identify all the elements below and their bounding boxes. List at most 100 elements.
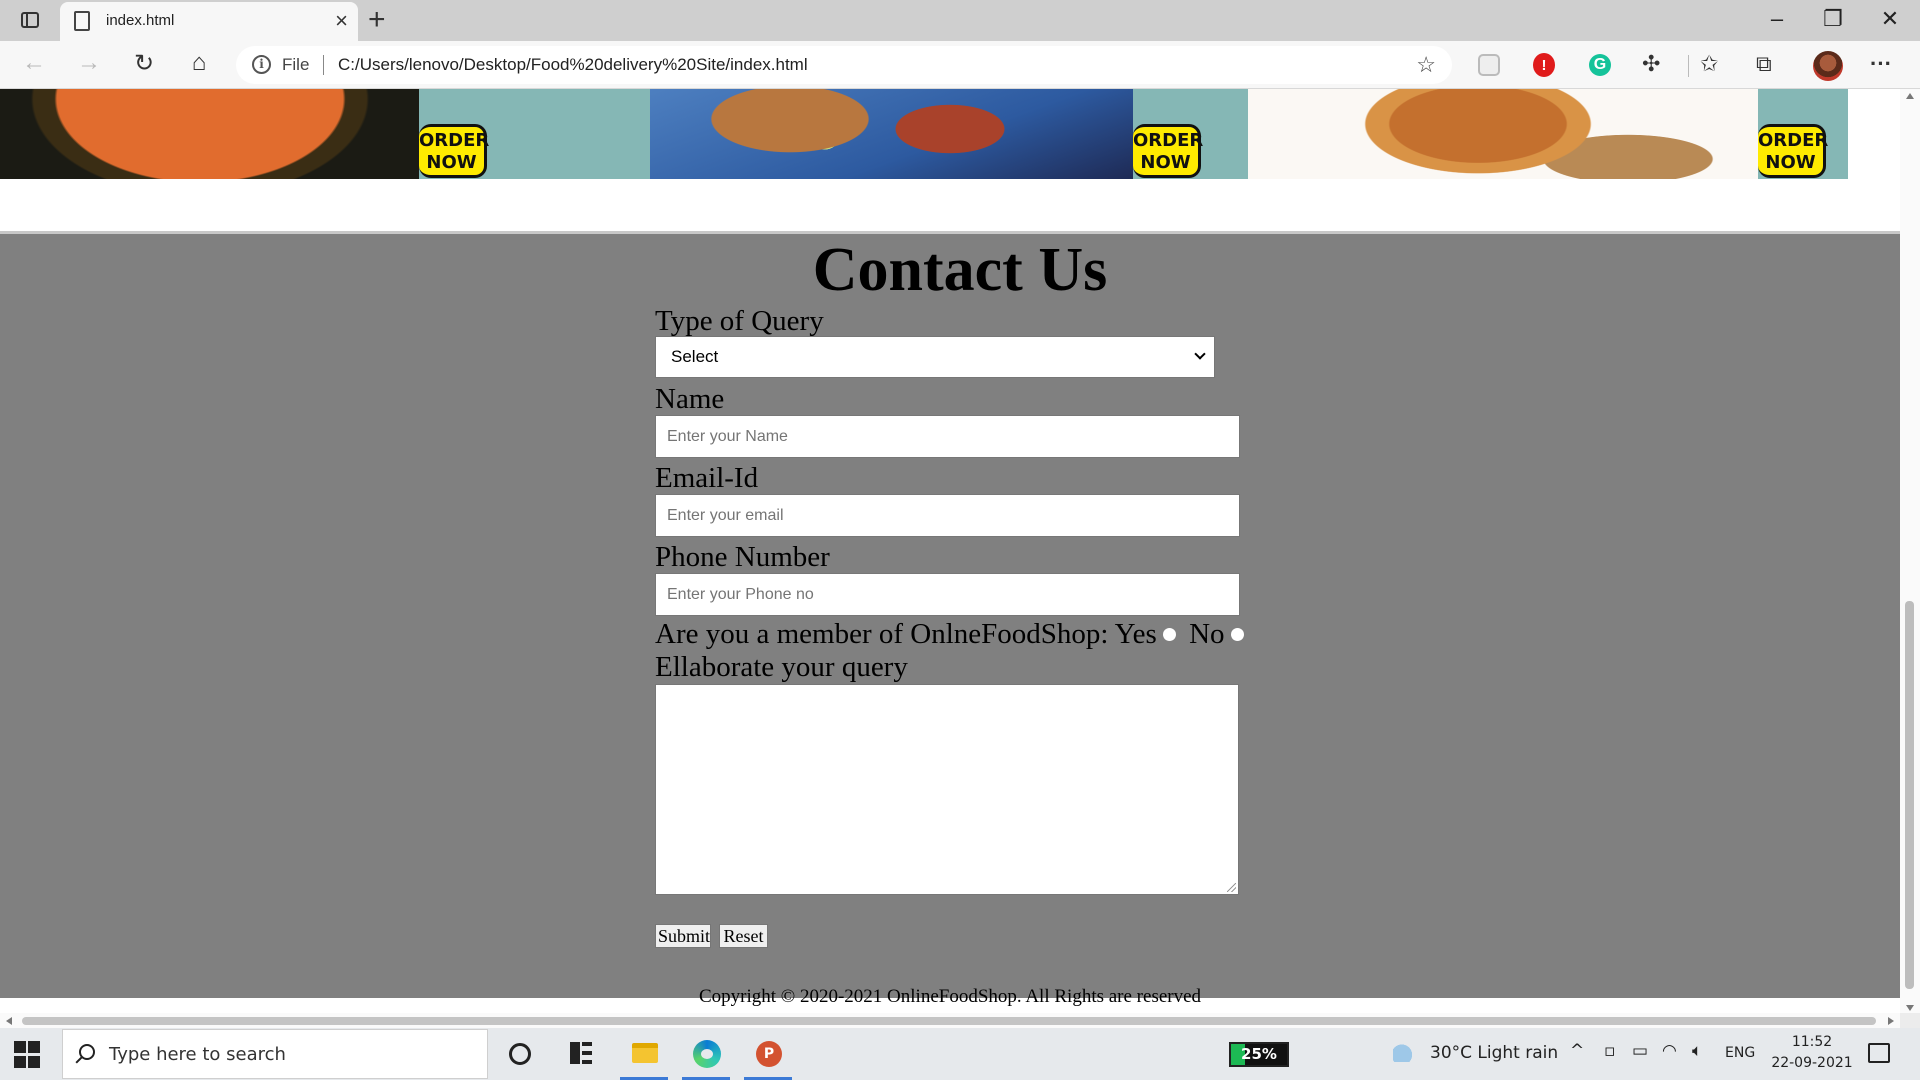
scroll-left-icon[interactable] [6, 1017, 12, 1025]
address-bar[interactable]: i File C:/Users/lenovo/Desktop/Food%20de… [236, 46, 1452, 84]
phone-label: Phone Number [655, 541, 830, 573]
volume-icon[interactable]: 🔈︎ [1692, 1041, 1702, 1061]
battery-meter-widget[interactable]: 25% [1229, 1042, 1289, 1067]
vertical-scrollbar[interactable] [1900, 89, 1920, 1013]
membership-yes-radio[interactable] [1162, 627, 1176, 641]
order-now-button[interactable]: ORDER NOW [1133, 124, 1204, 178]
taskbar-search-box[interactable]: Type here to search [62, 1029, 488, 1079]
query-type-selected-value: Select [671, 347, 719, 366]
copyright-text: Copyright © 2020-2021 OnlineFoodShop. Al… [698, 986, 1202, 1007]
order-now-line1: ORDER [419, 130, 490, 151]
edge-browser-icon[interactable] [680, 1028, 732, 1080]
task-view-icon[interactable] [570, 1042, 592, 1064]
membership-question: Are you a member of OnlneFoodShop: [655, 618, 1109, 650]
battery-icon[interactable]: ▭ [1632, 1041, 1648, 1061]
name-label: Name [655, 383, 725, 415]
meet-now-icon[interactable]: ▫ [1604, 1041, 1616, 1061]
scroll-up-icon[interactable] [1906, 93, 1914, 99]
resize-grip-icon[interactable] [1227, 883, 1236, 892]
membership-no-radio[interactable] [1230, 627, 1244, 641]
forward-icon[interactable]: → [71, 49, 107, 77]
favorites-icon[interactable]: ✩ [1700, 51, 1726, 77]
order-now-line2: NOW [1765, 152, 1816, 173]
page-title: Contact Us [812, 236, 1108, 304]
email-label: Email-Id [655, 462, 759, 494]
cortana-icon[interactable] [509, 1043, 531, 1065]
page-icon [74, 11, 90, 31]
query-detail-label: Ellaborate your query [655, 651, 908, 683]
new-tab-button[interactable]: + [368, 2, 386, 38]
phone-input[interactable] [656, 574, 1239, 615]
refresh-icon[interactable]: ↻ [126, 49, 162, 78]
close-tab-icon[interactable]: × [335, 8, 348, 34]
order-now-line1: ORDER [1758, 130, 1829, 151]
minimize-icon[interactable]: – [1757, 6, 1797, 32]
adblock-extension-icon[interactable]: ! [1533, 53, 1555, 77]
order-now-button[interactable]: ORDER NOW [1758, 124, 1829, 178]
food-banner: ORDER NOW ORDER NOW ORDER NOW [0, 89, 1900, 179]
query-detail-textarea[interactable] [655, 684, 1239, 895]
toolbar-separator [1688, 55, 1689, 77]
tab-actions-icon[interactable] [14, 8, 46, 32]
email-input[interactable] [656, 495, 1239, 536]
order-panel: ORDER NOW [1133, 89, 1248, 179]
grammarly-extension-icon[interactable]: G [1589, 54, 1611, 76]
chevron-down-icon [1194, 348, 1206, 360]
back-icon[interactable]: ← [16, 49, 52, 77]
file-explorer-icon[interactable] [618, 1028, 670, 1080]
extensions-icon[interactable]: ✣ [1642, 51, 1668, 77]
tab-title: index.html [106, 12, 175, 29]
notifications-icon[interactable] [1868, 1043, 1890, 1063]
add-favorite-icon[interactable]: ☆ [1416, 52, 1436, 78]
food-image-rolls [650, 89, 1133, 179]
order-panel: ORDER NOW [1758, 89, 1848, 179]
info-icon[interactable]: i [252, 55, 271, 74]
order-now-line2: NOW [1140, 152, 1191, 173]
food-image-biryani [0, 89, 419, 179]
restore-icon[interactable]: ❐ [1813, 6, 1853, 32]
taskbar-search-placeholder: Type here to search [109, 1044, 286, 1065]
name-input[interactable] [656, 416, 1239, 457]
close-window-icon[interactable]: ✕ [1870, 6, 1910, 32]
clock-time[interactable]: 11:52 [1782, 1034, 1842, 1050]
submit-button[interactable]: Submit [655, 924, 711, 948]
weather-text[interactable]: 30°C Light rain [1430, 1043, 1558, 1063]
scroll-down-icon[interactable] [1906, 1005, 1914, 1011]
clock-date[interactable]: 22-09-2021 [1770, 1055, 1854, 1071]
name-field-wrapper [655, 415, 1240, 458]
extension-placeholder-icon[interactable] [1478, 54, 1500, 76]
input-language-indicator[interactable]: ENG [1725, 1045, 1755, 1061]
home-icon[interactable]: ⌂ [181, 49, 217, 77]
more-icon[interactable]: ··· [1870, 51, 1896, 77]
windows-start-icon[interactable] [14, 1041, 42, 1069]
vertical-scroll-thumb[interactable] [1905, 601, 1914, 989]
horizontal-scrollbar[interactable] [0, 1013, 1900, 1028]
horizontal-scroll-thumb[interactable] [22, 1017, 1876, 1025]
order-now-line2: NOW [426, 152, 477, 173]
order-panel: ORDER NOW [419, 89, 650, 179]
query-type-label: Type of Query [655, 305, 824, 337]
order-now-button[interactable]: ORDER NOW [419, 124, 490, 178]
profile-avatar[interactable] [1813, 51, 1843, 81]
browser-tab-strip: index.html × + – ❐ ✕ [0, 0, 1920, 41]
membership-yes-label: Yes [1114, 618, 1157, 650]
food-image-fried-chicken [1248, 89, 1758, 179]
order-now-line1: ORDER [1133, 130, 1204, 151]
collections-icon[interactable]: ⧉ [1756, 51, 1782, 77]
browser-toolbar: ← → ↻ ⌂ i File C:/Users/lenovo/Desktop/F… [0, 41, 1920, 89]
email-field-wrapper [655, 494, 1240, 537]
chevron-up-icon[interactable]: ^ [1570, 1041, 1584, 1061]
url-text[interactable]: C:/Users/lenovo/Desktop/Food%20delivery%… [338, 55, 808, 75]
reset-button[interactable]: Reset [719, 924, 768, 948]
browser-tab[interactable]: index.html × [60, 2, 358, 41]
wifi-icon[interactable]: ◠ [1662, 1041, 1677, 1061]
powerpoint-icon[interactable]: P [742, 1028, 794, 1080]
membership-no-label: No [1189, 618, 1225, 650]
membership-row: Are you a member of OnlneFoodShop: Yes N… [655, 617, 1250, 651]
taskbar: Type here to search P 25% 30°C Light rai… [0, 1028, 1920, 1080]
weather-icon[interactable] [1393, 1044, 1415, 1062]
scroll-right-icon[interactable] [1888, 1017, 1894, 1025]
page-viewport: ORDER NOW ORDER NOW ORDER NOW Contact Us… [0, 89, 1900, 1013]
contact-section: Contact Us Type of Query Select Name Ema… [0, 234, 1900, 998]
query-type-select[interactable]: Select [655, 336, 1215, 378]
